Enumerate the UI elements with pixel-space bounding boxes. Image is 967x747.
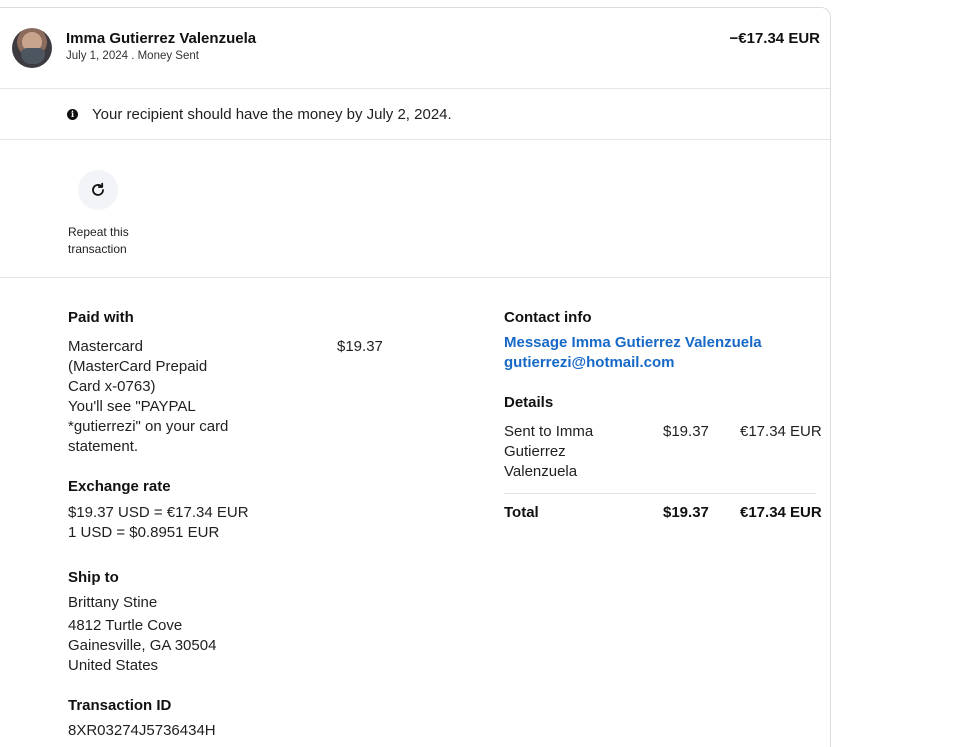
ship-to-name: Brittany Stine [68, 594, 158, 611]
ship-to-heading: Ship to [68, 569, 119, 586]
paid-amount: $19.37 [337, 338, 383, 355]
contact-info-heading: Contact info [504, 309, 592, 326]
exchange-rate-heading: Exchange rate [68, 478, 171, 495]
transaction-date-type: July 1, 2024 . Money Sent [66, 50, 199, 62]
recipient-name: Imma Gutierrez Valenzuela [66, 30, 257, 47]
exchange-rate-unit: 1 USD = $0.8951 EUR [68, 524, 220, 541]
ship-to-address-line1: 4812 Turtle Cove [68, 617, 183, 634]
transaction-card: Imma Gutierrez Valenzuela July 1, 2024 .… [0, 7, 831, 747]
details-row-eur: €17.34 EUR [740, 423, 822, 440]
info-icon: i [67, 109, 78, 120]
repeat-transaction-label[interactable]: Repeat this transaction [68, 224, 148, 258]
transaction-id-heading: Transaction ID [68, 697, 172, 714]
repeat-section: Repeat this transaction [0, 140, 830, 278]
repeat-transaction-button[interactable] [78, 170, 118, 210]
details-row-usd: $19.37 [663, 423, 709, 440]
exchange-rate-conversion: $19.37 USD = €17.34 EUR [68, 504, 249, 521]
recipient-email-link[interactable]: gutierrezi@hotmail.com [504, 354, 675, 371]
ship-to-country: United States [68, 657, 159, 674]
transaction-amount: −€17.34 EUR [729, 30, 820, 47]
details-heading: Details [504, 394, 554, 411]
payment-method-details: Mastercard (MasterCard Prepaid Card x-07… [68, 338, 229, 455]
paid-with-heading: Paid with [68, 309, 134, 326]
refresh-icon [92, 182, 104, 196]
total-eur: €17.34 EUR [740, 504, 822, 521]
details-divider [504, 493, 816, 494]
message-recipient-link[interactable]: Message Imma Gutierrez Valenzuela [504, 334, 762, 351]
delivery-notice: i Your recipient should have the money b… [0, 89, 830, 140]
transaction-id-value: 8XR03274J5736434H [68, 722, 216, 739]
total-label: Total [504, 504, 539, 521]
ship-to-address-line2: Gainesville, GA 30504 [68, 637, 217, 654]
transaction-header: Imma Gutierrez Valenzuela July 1, 2024 .… [0, 8, 830, 89]
delivery-notice-text: Your recipient should have the money by … [92, 106, 452, 123]
details-row-label: Sent to Imma Gutierrez Valenzuela [504, 423, 594, 480]
avatar [12, 28, 52, 68]
total-usd: $19.37 [663, 504, 709, 521]
